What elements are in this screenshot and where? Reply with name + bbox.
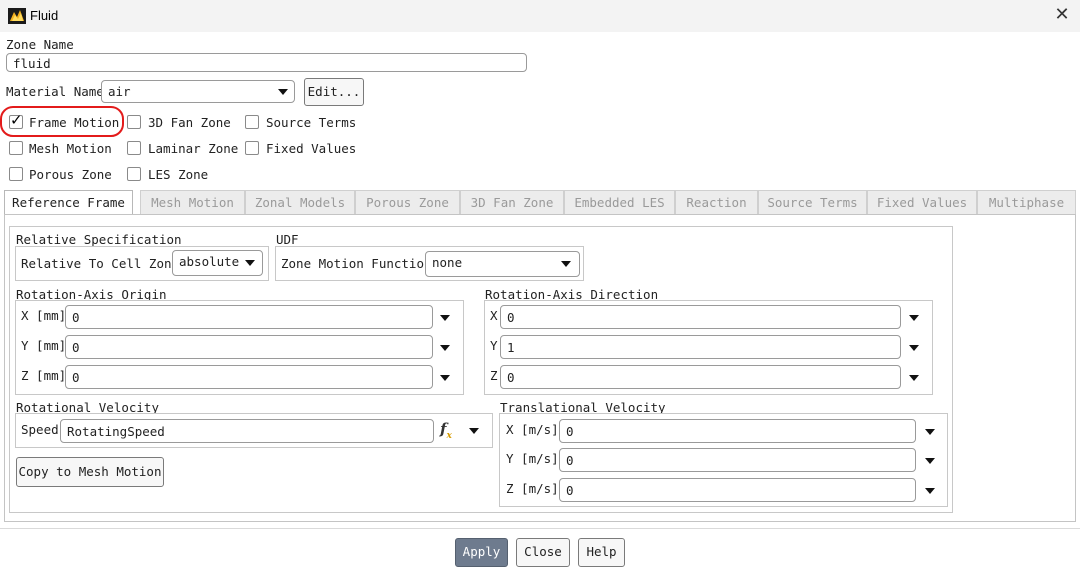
tab-3d-fan-zone[interactable]: 3D Fan Zone — [460, 190, 564, 214]
material-select[interactable]: air — [101, 80, 295, 103]
direction-x-input[interactable]: 0 — [500, 305, 901, 329]
trans-y-input[interactable]: 0 — [559, 448, 916, 472]
origin-z-chevron-down-icon[interactable] — [440, 375, 450, 381]
source-terms-checkbox[interactable] — [245, 115, 259, 129]
fan-zone-3d-label: 3D Fan Zone — [148, 115, 231, 130]
porous-zone-label: Porous Zone — [29, 167, 112, 182]
fan-zone-3d-checkbox[interactable] — [127, 115, 141, 129]
trans-y-chevron-down-icon[interactable] — [925, 458, 935, 464]
direction-x-label: X — [490, 308, 498, 323]
title-bar — [0, 0, 1080, 32]
trans-z-input[interactable]: 0 — [559, 478, 916, 502]
frame-motion-label: Frame Motion — [29, 115, 120, 130]
udf-title: UDF — [276, 232, 299, 247]
direction-y-chevron-down-icon[interactable] — [909, 345, 919, 351]
origin-x-label: X [mm] — [21, 308, 67, 323]
tab-reference-frame[interactable]: Reference Frame — [4, 190, 133, 216]
relative-to-cell-zone-value: absolute — [179, 254, 240, 269]
direction-z-label: Z — [490, 368, 498, 383]
source-terms-label: Source Terms — [266, 115, 357, 130]
laminar-zone-label: Laminar Zone — [148, 141, 239, 156]
function-fx-icon[interactable]: fx — [440, 420, 452, 441]
tab-fixed-values[interactable]: Fixed Values — [867, 190, 977, 214]
checkmark-icon: ✓ — [10, 111, 23, 129]
tab-multiphase[interactable]: Multiphase — [977, 190, 1076, 214]
bottom-divider — [0, 528, 1080, 529]
origin-y-input[interactable]: 0 — [65, 335, 433, 359]
origin-z-input[interactable]: 0 — [65, 365, 433, 389]
relative-spec-title: Relative Specification — [16, 232, 182, 247]
chevron-down-icon — [561, 261, 571, 267]
trans-y-label: Y [m/s] — [506, 451, 559, 466]
apply-button[interactable]: Apply — [455, 538, 508, 567]
zone-name-label: Zone Name — [6, 37, 74, 52]
close-icon[interactable]: ✕ — [1052, 4, 1072, 26]
tab-mesh-motion[interactable]: Mesh Motion — [140, 190, 245, 214]
fluent-app-icon — [8, 8, 26, 24]
fixed-values-label: Fixed Values — [266, 141, 357, 156]
origin-x-chevron-down-icon[interactable] — [440, 315, 450, 321]
tab-porous-zone[interactable]: Porous Zone — [355, 190, 460, 214]
mesh-motion-label: Mesh Motion — [29, 141, 112, 156]
speed-label: Speed — [21, 422, 59, 437]
relative-to-cell-zone-select[interactable]: absolute — [172, 250, 263, 276]
direction-y-label: Y — [490, 338, 498, 353]
origin-y-chevron-down-icon[interactable] — [440, 345, 450, 351]
tab-embedded-les[interactable]: Embedded LES — [564, 190, 675, 214]
trans-x-label: X [m/s] — [506, 422, 559, 437]
chevron-down-icon — [278, 89, 288, 95]
fixed-values-checkbox[interactable] — [245, 141, 259, 155]
material-select-value: air — [108, 84, 131, 99]
speed-chevron-down-icon[interactable] — [469, 428, 479, 434]
origin-x-input[interactable]: 0 — [65, 305, 433, 329]
tab-zonal-models[interactable]: Zonal Models — [245, 190, 355, 214]
edit-material-button[interactable]: Edit... — [304, 78, 364, 106]
material-name-label: Material Name — [6, 84, 104, 99]
close-button[interactable]: Close — [516, 538, 570, 567]
zone-motion-function-label: Zone Motion Function — [281, 256, 432, 271]
origin-y-label: Y [mm] — [21, 338, 67, 353]
trans-x-input[interactable]: 0 — [559, 419, 916, 443]
les-zone-label: LES Zone — [148, 167, 209, 182]
help-button[interactable]: Help — [578, 538, 625, 567]
trans-x-chevron-down-icon[interactable] — [925, 429, 935, 435]
trans-z-label: Z [m/s] — [506, 481, 559, 496]
tab-strip: Reference Frame Mesh Motion Zonal Models… — [4, 190, 1076, 216]
speed-input[interactable]: RotatingSpeed — [60, 419, 434, 443]
trans-z-chevron-down-icon[interactable] — [925, 488, 935, 494]
direction-x-chevron-down-icon[interactable] — [909, 315, 919, 321]
laminar-zone-checkbox[interactable] — [127, 141, 141, 155]
zone-motion-function-value: none — [432, 255, 463, 270]
relative-to-cell-zone-label: Relative To Cell Zone — [21, 256, 180, 271]
mesh-motion-checkbox[interactable] — [9, 141, 23, 155]
les-zone-checkbox[interactable] — [127, 167, 141, 181]
chevron-down-icon — [245, 260, 255, 266]
zone-motion-function-select[interactable]: none — [425, 251, 580, 277]
tab-reaction[interactable]: Reaction — [675, 190, 758, 214]
window-title: Fluid — [30, 8, 59, 23]
copy-to-mesh-motion-button[interactable]: Copy to Mesh Motion — [16, 457, 164, 487]
origin-z-label: Z [mm] — [21, 368, 67, 383]
direction-z-input[interactable]: 0 — [500, 365, 901, 389]
porous-zone-checkbox[interactable] — [9, 167, 23, 181]
tab-source-terms[interactable]: Source Terms — [758, 190, 867, 214]
direction-y-input[interactable]: 1 — [500, 335, 901, 359]
zone-name-input[interactable]: fluid — [6, 53, 527, 72]
direction-z-chevron-down-icon[interactable] — [909, 375, 919, 381]
